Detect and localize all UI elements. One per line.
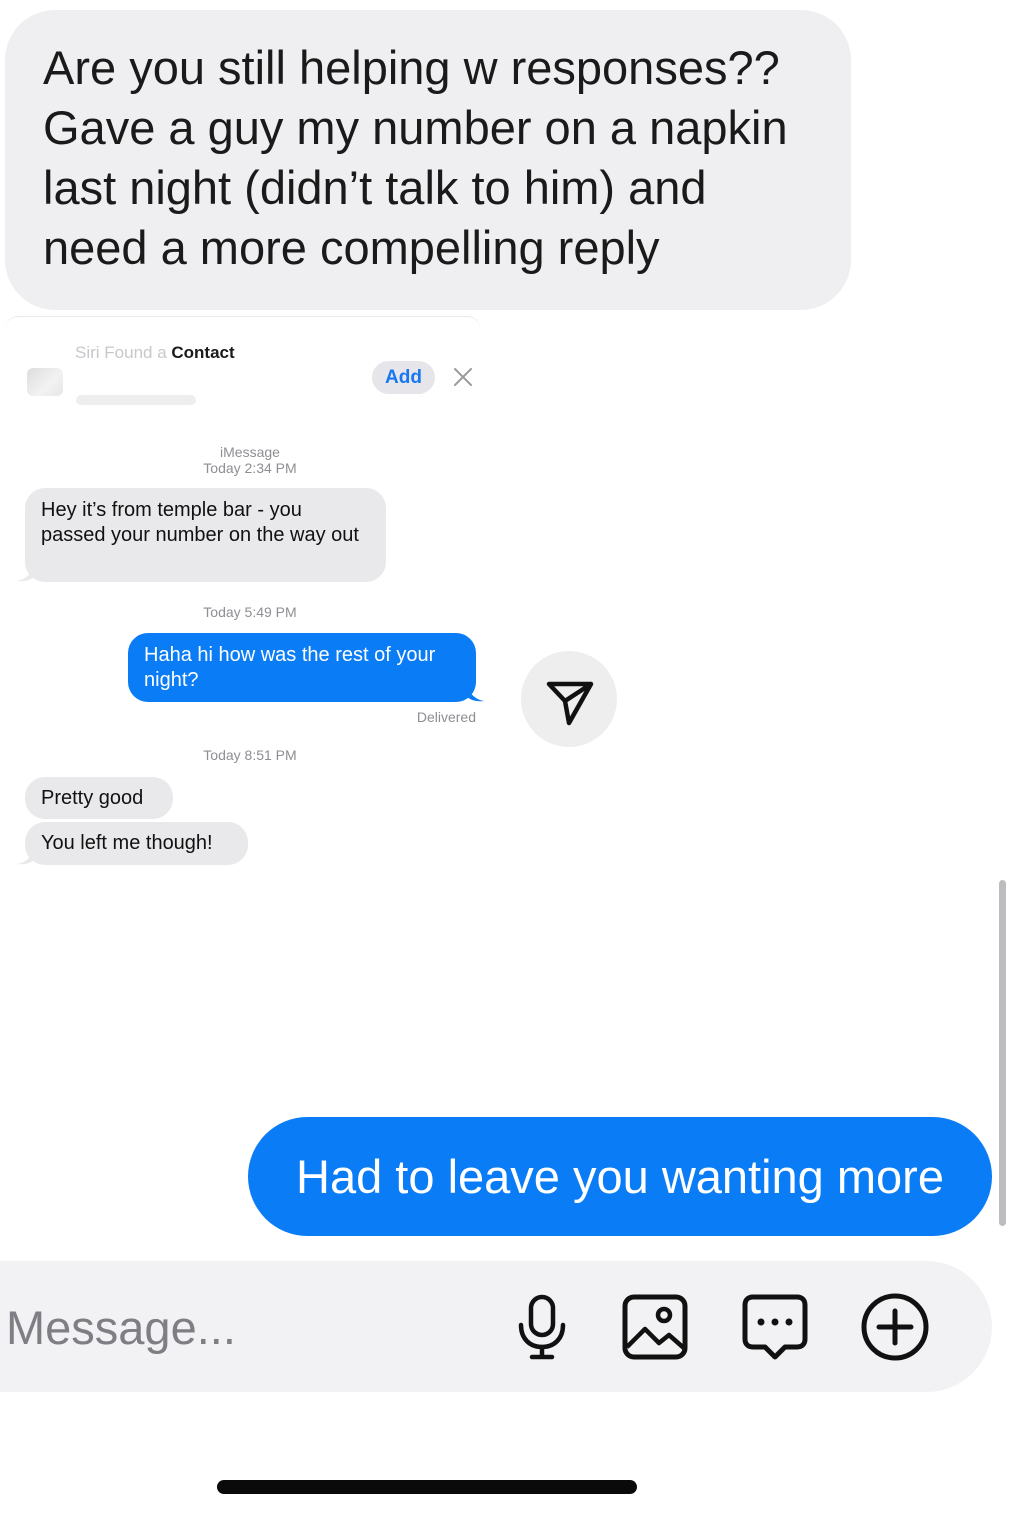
bubble-tail [466,686,484,702]
chat-bubble-icon[interactable] [739,1291,811,1363]
message-input[interactable] [6,1292,476,1362]
siri-found-contact-label: Siri Found a Contact [75,343,235,363]
contact-avatar [27,368,63,396]
sent-message: Haha hi how was the rest of your night? [128,633,476,702]
timestamp-3: Today 8:51 PM [203,747,297,763]
received-message-text: Hey it’s from temple bar - you passed yo… [41,499,359,546]
sent-message-text: Haha hi how was the rest of your night? [144,644,436,691]
image-icon[interactable] [619,1291,691,1363]
received-message: Pretty good [25,777,173,819]
outgoing-message-bubble[interactable]: Had to leave you wanting more [248,1117,992,1236]
received-message: Hey it’s from temple bar - you passed yo… [25,488,386,582]
scrollbar[interactable] [999,880,1006,1226]
service-label: iMessage [220,444,280,460]
share-button[interactable] [521,651,617,747]
timestamp-1: Today 2:34 PM [203,460,297,476]
siri-contact-card [5,316,480,329]
home-indicator[interactable] [217,1480,637,1494]
contact-details-blurred [76,395,196,405]
delivered-status: Delivered [416,709,476,725]
microphone-icon[interactable] [506,1291,578,1363]
received-message: You left me though! [25,822,248,865]
siri-label-contact: Contact [171,343,235,362]
siri-label-prefix: Siri Found a [75,343,172,362]
plus-circle-icon[interactable] [859,1291,931,1363]
received-message-text: Pretty good [41,787,144,809]
close-icon[interactable] [452,366,474,388]
incoming-message-bubble[interactable]: Are you still helping w responses?? Gave… [5,10,851,310]
add-contact-button[interactable]: Add [372,361,435,394]
paper-plane-icon [546,681,594,726]
timestamp-2: Today 5:49 PM [203,604,297,620]
bubble-tail [17,849,35,865]
bubble-tail [17,566,35,582]
service-timestamp: iMessage Today 2:34 PM [190,444,310,476]
received-message-text: You left me though! [41,832,213,854]
incoming-message-text: Are you still helping w responses?? Gave… [43,41,788,274]
outgoing-message-text: Had to leave you wanting more [296,1150,944,1203]
